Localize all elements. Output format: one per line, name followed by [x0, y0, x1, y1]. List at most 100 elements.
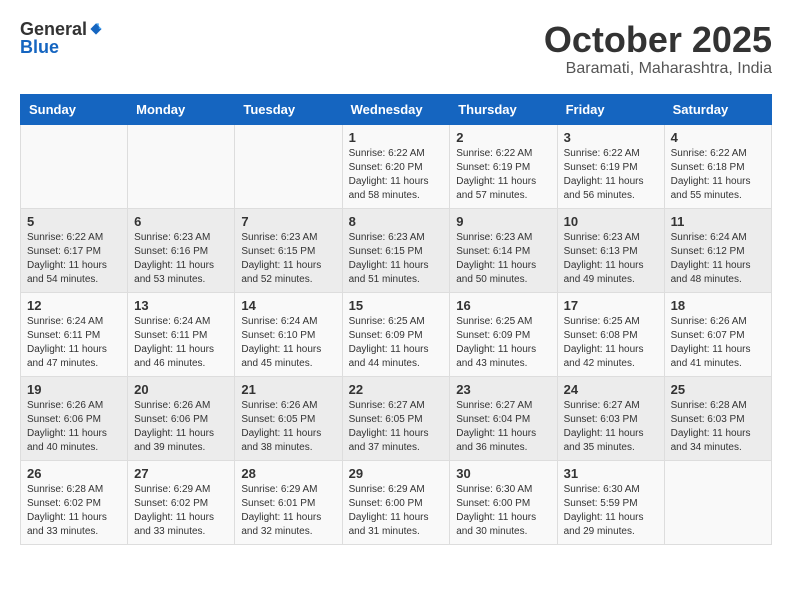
day-number: 16 — [456, 298, 550, 313]
day-info: Sunrise: 6:30 AM Sunset: 6:00 PM Dayligh… — [456, 483, 550, 539]
day-info: Sunrise: 6:30 AM Sunset: 5:59 PM Dayligh… — [564, 483, 658, 539]
calendar-cell: 21 Sunrise: 6:26 AM Sunset: 6:05 PM Dayli… — [235, 376, 342, 460]
day-info: Sunrise: 6:28 AM Sunset: 6:03 PM Dayligh… — [671, 399, 765, 455]
day-number: 5 — [27, 214, 121, 229]
calendar-week-row: 1 Sunrise: 6:22 AM Sunset: 6:20 PM Daylig… — [21, 124, 772, 208]
day-info: Sunrise: 6:26 AM Sunset: 6:05 PM Dayligh… — [241, 399, 335, 455]
calendar-cell: 27Sunrise: 6:29 AM Sunset: 6:02 PM Dayli… — [128, 460, 235, 544]
calendar-cell: 29Sunrise: 6:29 AM Sunset: 6:00 PM Dayli… — [342, 460, 450, 544]
day-number: 9 — [456, 214, 550, 229]
day-info: Sunrise: 6:24 AM Sunset: 6:12 PM Dayligh… — [671, 231, 765, 287]
day-info: Sunrise: 6:22 AM Sunset: 6:19 PM Dayligh… — [564, 147, 658, 203]
day-number: 21 — [241, 382, 335, 397]
day-info: Sunrise: 6:24 AM Sunset: 6:10 PM Dayligh… — [241, 315, 335, 371]
day-info: Sunrise: 6:28 AM Sunset: 6:02 PM Dayligh… — [27, 483, 121, 539]
calendar-cell: 10 Sunrise: 6:23 AM Sunset: 6:13 PM Dayli… — [557, 208, 664, 292]
location-title: Baramati, Maharashtra, India — [544, 60, 772, 78]
calendar-cell: 17Sunrise: 6:25 AM Sunset: 6:08 PM Dayli… — [557, 292, 664, 376]
calendar-cell: 30 Sunrise: 6:30 AM Sunset: 6:00 PM Dayli… — [450, 460, 557, 544]
day-info: Sunrise: 6:24 AM Sunset: 6:11 PM Dayligh… — [134, 315, 228, 371]
day-number: 19 — [27, 382, 121, 397]
weekday-header-row: SundayMondayTuesdayWednesdayThursdayFrid… — [21, 94, 772, 124]
title-section: October 2025 Baramati, Maharashtra, Indi… — [544, 20, 772, 78]
logo: General Blue — [20, 20, 103, 56]
calendar-cell: 8 Sunrise: 6:23 AM Sunset: 6:15 PM Daylig… — [342, 208, 450, 292]
day-number: 13 — [134, 298, 228, 313]
calendar-cell: 13 Sunrise: 6:24 AM Sunset: 6:11 PM Dayli… — [128, 292, 235, 376]
calendar-cell: 23 Sunrise: 6:27 AM Sunset: 6:04 PM Dayli… — [450, 376, 557, 460]
day-info: Sunrise: 6:22 AM Sunset: 6:17 PM Dayligh… — [27, 231, 121, 287]
day-number: 10 — [564, 214, 658, 229]
calendar-cell: 7 Sunrise: 6:23 AM Sunset: 6:15 PM Daylig… — [235, 208, 342, 292]
day-number: 1 — [349, 130, 444, 145]
day-info: Sunrise: 6:26 AM Sunset: 6:06 PM Dayligh… — [27, 399, 121, 455]
day-number: 7 — [241, 214, 335, 229]
weekday-header-tuesday: Tuesday — [235, 94, 342, 124]
day-info: Sunrise: 6:25 AM Sunset: 6:09 PM Dayligh… — [349, 315, 444, 371]
day-info: Sunrise: 6:27 AM Sunset: 6:03 PM Dayligh… — [564, 399, 658, 455]
calendar-cell: 6 Sunrise: 6:23 AM Sunset: 6:16 PM Daylig… — [128, 208, 235, 292]
weekday-header-monday: Monday — [128, 94, 235, 124]
day-info: Sunrise: 6:29 AM Sunset: 6:01 PM Dayligh… — [241, 483, 335, 539]
calendar-week-row: 5 Sunrise: 6:22 AM Sunset: 6:17 PM Daylig… — [21, 208, 772, 292]
calendar-cell: 19 Sunrise: 6:26 AM Sunset: 6:06 PM Dayli… — [21, 376, 128, 460]
calendar-cell: 26Sunrise: 6:28 AM Sunset: 6:02 PM Dayli… — [21, 460, 128, 544]
weekday-header-saturday: Saturday — [664, 94, 771, 124]
calendar-week-row: 26Sunrise: 6:28 AM Sunset: 6:02 PM Dayli… — [21, 460, 772, 544]
day-number: 24 — [564, 382, 658, 397]
calendar-cell: 4Sunrise: 6:22 AM Sunset: 6:18 PM Daylig… — [664, 124, 771, 208]
logo-icon — [89, 22, 103, 36]
weekday-header-wednesday: Wednesday — [342, 94, 450, 124]
calendar-table: SundayMondayTuesdayWednesdayThursdayFrid… — [20, 94, 772, 545]
weekday-header-friday: Friday — [557, 94, 664, 124]
calendar-cell: 1 Sunrise: 6:22 AM Sunset: 6:20 PM Daylig… — [342, 124, 450, 208]
day-number: 27 — [134, 466, 228, 481]
day-number: 23 — [456, 382, 550, 397]
day-info: Sunrise: 6:23 AM Sunset: 6:14 PM Dayligh… — [456, 231, 550, 287]
calendar-cell — [128, 124, 235, 208]
day-number: 15 — [349, 298, 444, 313]
logo-blue-text: Blue — [20, 38, 103, 56]
calendar-cell: 25 Sunrise: 6:28 AM Sunset: 6:03 PM Dayli… — [664, 376, 771, 460]
calendar-cell — [235, 124, 342, 208]
page-header: General Blue October 2025 Baramati, Maha… — [20, 20, 772, 78]
day-number: 30 — [456, 466, 550, 481]
day-number: 28 — [241, 466, 335, 481]
month-title: October 2025 — [544, 20, 772, 60]
calendar-cell: 5 Sunrise: 6:22 AM Sunset: 6:17 PM Daylig… — [21, 208, 128, 292]
weekday-header-sunday: Sunday — [21, 94, 128, 124]
logo-general-text: General — [20, 20, 87, 38]
day-number: 20 — [134, 382, 228, 397]
day-number: 25 — [671, 382, 765, 397]
calendar-cell: 24 Sunrise: 6:27 AM Sunset: 6:03 PM Dayli… — [557, 376, 664, 460]
calendar-cell: 3 Sunrise: 6:22 AM Sunset: 6:19 PM Daylig… — [557, 124, 664, 208]
calendar-cell: 12Sunrise: 6:24 AM Sunset: 6:11 PM Dayli… — [21, 292, 128, 376]
day-info: Sunrise: 6:22 AM Sunset: 6:20 PM Dayligh… — [349, 147, 444, 203]
calendar-cell — [21, 124, 128, 208]
day-info: Sunrise: 6:27 AM Sunset: 6:04 PM Dayligh… — [456, 399, 550, 455]
day-info: Sunrise: 6:26 AM Sunset: 6:06 PM Dayligh… — [134, 399, 228, 455]
day-info: Sunrise: 6:25 AM Sunset: 6:09 PM Dayligh… — [456, 315, 550, 371]
calendar-week-row: 19 Sunrise: 6:26 AM Sunset: 6:06 PM Dayli… — [21, 376, 772, 460]
day-info: Sunrise: 6:26 AM Sunset: 6:07 PM Dayligh… — [671, 315, 765, 371]
day-info: Sunrise: 6:23 AM Sunset: 6:15 PM Dayligh… — [241, 231, 335, 287]
calendar-cell — [664, 460, 771, 544]
day-info: Sunrise: 6:27 AM Sunset: 6:05 PM Dayligh… — [349, 399, 444, 455]
day-info: Sunrise: 6:23 AM Sunset: 6:13 PM Dayligh… — [564, 231, 658, 287]
day-number: 6 — [134, 214, 228, 229]
day-number: 11 — [671, 214, 765, 229]
day-number: 8 — [349, 214, 444, 229]
calendar-cell: 28 Sunrise: 6:29 AM Sunset: 6:01 PM Dayli… — [235, 460, 342, 544]
calendar-cell: 22Sunrise: 6:27 AM Sunset: 6:05 PM Dayli… — [342, 376, 450, 460]
day-info: Sunrise: 6:23 AM Sunset: 6:15 PM Dayligh… — [349, 231, 444, 287]
calendar-cell: 14Sunrise: 6:24 AM Sunset: 6:10 PM Dayli… — [235, 292, 342, 376]
calendar-week-row: 12 Sunrise: 6:24 AM Sunset: 6:11 PM Dayli… — [21, 292, 772, 376]
day-info: Sunrise: 6:22 AM Sunset: 6:19 PM Dayligh… — [456, 147, 550, 203]
calendar-cell: 18Sunrise: 6:26 AM Sunset: 6:07 PM Dayli… — [664, 292, 771, 376]
day-number: 3 — [564, 130, 658, 145]
day-number: 31 — [564, 466, 658, 481]
day-info: Sunrise: 6:22 AM Sunset: 6:18 PM Dayligh… — [671, 147, 765, 203]
day-info: Sunrise: 6:23 AM Sunset: 6:16 PM Dayligh… — [134, 231, 228, 287]
day-number: 12 — [27, 298, 121, 313]
day-number: 17 — [564, 298, 658, 313]
